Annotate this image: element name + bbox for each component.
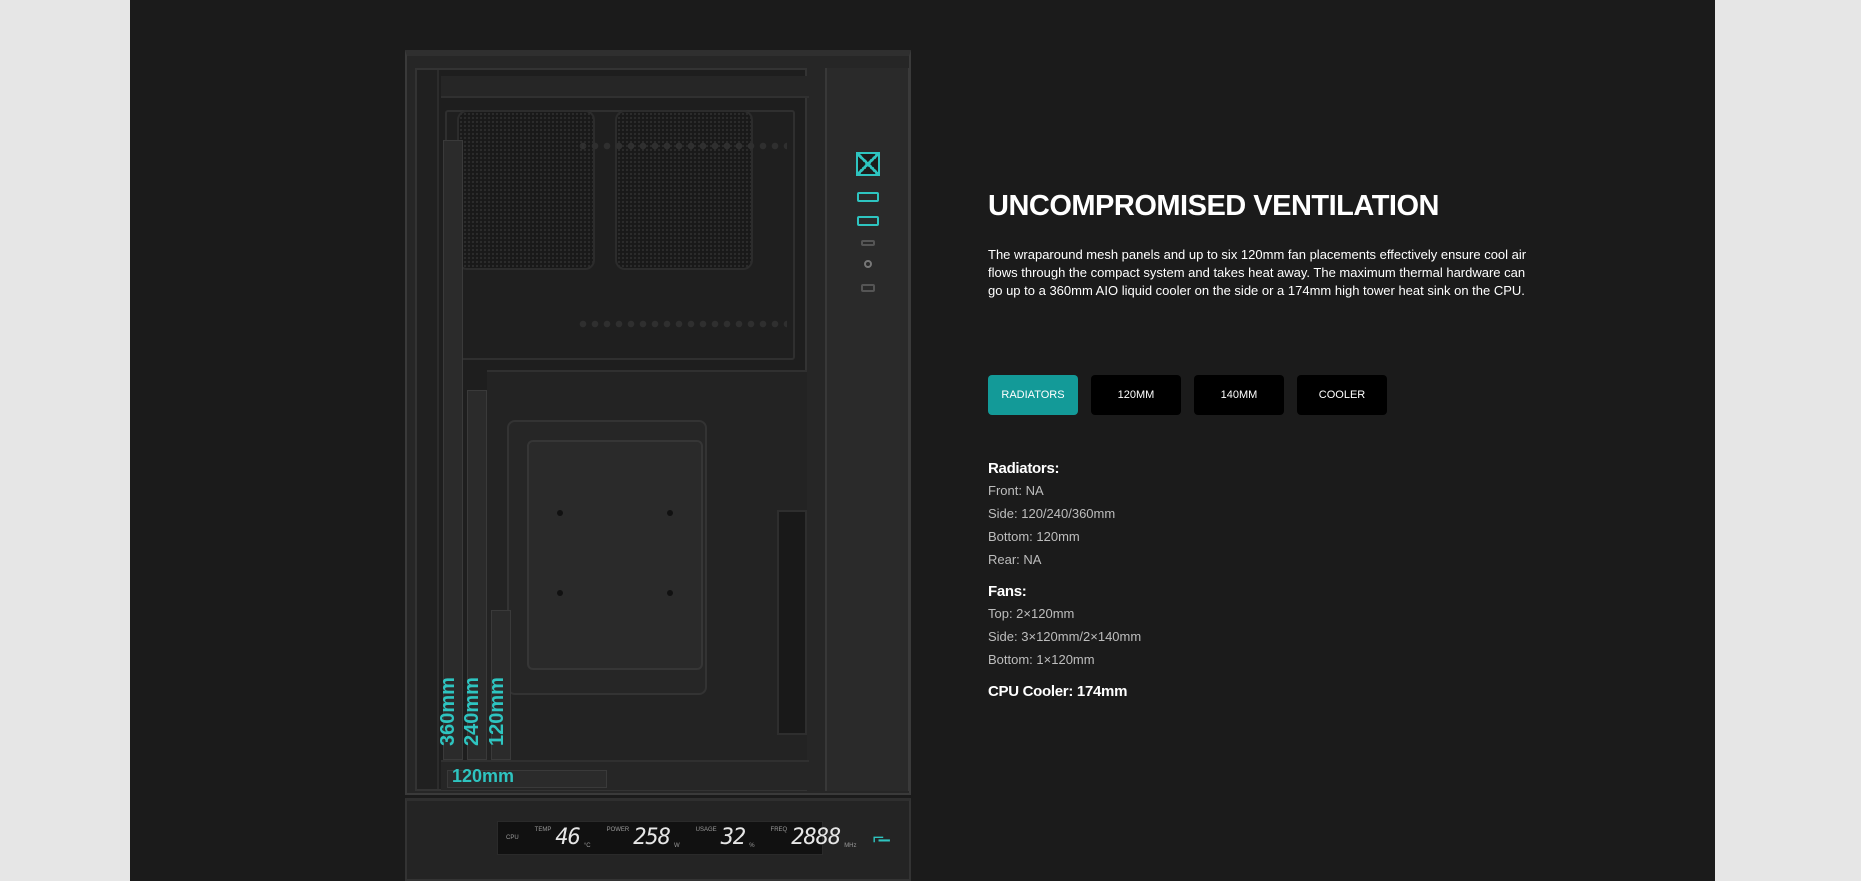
lcd-temp-value: 46 <box>555 825 580 850</box>
radiator-120-bottom-label: 120mm <box>452 766 515 786</box>
tab-cooler[interactable]: COOLER <box>1297 375 1387 415</box>
spec-fans: Fans: Top: 2×120mm Side: 3×120mm/2×140mm… <box>988 583 1388 671</box>
lcd-temp-unit: °C <box>583 843 591 849</box>
section-description: The wraparound mesh panels and up to six… <box>988 247 1527 298</box>
cable-cutout <box>777 510 807 735</box>
usb-port-icon <box>857 216 879 226</box>
spec-heading: CPU Cooler: 174mm <box>988 683 1128 700</box>
lcd-temp: TEMP 46 °C <box>534 825 591 850</box>
tab-140mm[interactable]: 140MM <box>1194 375 1284 415</box>
lcd-freq-value: 2888 <box>791 825 841 850</box>
top-bracket <box>441 76 809 98</box>
radiator-240-label: 240mm <box>461 677 483 746</box>
usb-port-icon <box>857 192 879 202</box>
mesh-fan-panel <box>457 110 595 270</box>
ventilation-section: 360mm 240mm 120mm 120mm CPU TEMP 46 °C P… <box>130 0 1715 881</box>
spec-line: Side: 120/240/360mm <box>988 506 1116 521</box>
radiator-120-side-label: 120mm <box>486 677 508 746</box>
power-button-icon <box>856 152 880 176</box>
mesh-fan-panel <box>615 110 753 270</box>
spec-line: Top: 2×120mm <box>988 606 1075 621</box>
spec-line: Bottom: 120mm <box>988 529 1080 544</box>
lcd-display: CPU TEMP 46 °C POWER 258 W USAGE 32 % FR… <box>497 821 884 855</box>
spec-line: Side: 3×120mm/2×140mm <box>988 629 1142 644</box>
lcd-usage: USAGE 32 % <box>695 825 755 850</box>
spec-heading: Fans: <box>988 583 1027 600</box>
spec-line: Bottom: 1×120mm <box>988 652 1095 667</box>
brand-logo-icon: ⌐̶ <box>872 826 885 849</box>
side-frame <box>417 70 439 789</box>
content-panel: UNCOMPROMISED VENTILATION The wraparound… <box>988 190 1528 700</box>
section-title: UNCOMPROMISED VENTILATION <box>988 190 1439 222</box>
motherboard-standoff-area <box>527 440 703 670</box>
lcd-cpu: CPU <box>506 835 519 841</box>
tab-radiators[interactable]: RADIATORS <box>988 375 1078 415</box>
reset-button-icon <box>861 284 875 292</box>
pc-case-image: 360mm 240mm 120mm 120mm CPU TEMP 46 °C P… <box>405 50 911 881</box>
case-body: 360mm 240mm 120mm 120mm <box>405 50 911 795</box>
spec-cpu-cooler: CPU Cooler: 174mm <box>988 683 1388 700</box>
tab-120mm[interactable]: 120MM <box>1091 375 1181 415</box>
standoff-screw <box>557 590 563 596</box>
lcd-freq-label: FREQ <box>770 827 788 833</box>
lcd-usage-unit: % <box>749 843 755 849</box>
usb-c-port-icon <box>861 240 875 246</box>
lcd-power-unit: W <box>674 843 680 849</box>
lcd-temp-label: TEMP <box>534 827 552 833</box>
standoff-screw <box>557 510 563 516</box>
spec-radiators: Radiators: Front: NA Side: 120/240/360mm… <box>988 460 1388 571</box>
lcd-freq: FREQ 2888 MHz <box>770 825 857 850</box>
lcd-cpu-label: CPU <box>506 835 519 841</box>
spec-heading: Radiators: <box>988 460 1060 477</box>
case-base: CPU TEMP 46 °C POWER 258 W USAGE 32 % FR… <box>405 798 911 881</box>
spec-line: Front: NA <box>988 483 1044 498</box>
lcd-usage-value: 32 <box>720 825 746 850</box>
lcd-power-label: POWER <box>606 827 630 833</box>
front-io-panel <box>825 68 909 791</box>
standoff-screw <box>667 590 673 596</box>
lcd-usage-label: USAGE <box>695 827 717 833</box>
vent-slots <box>577 320 787 328</box>
lcd-power: POWER 258 W <box>606 825 680 850</box>
standoff-screw <box>667 510 673 516</box>
lcd-power-value: 258 <box>633 825 671 850</box>
spec-line: Rear: NA <box>988 552 1042 567</box>
audio-jack-icon <box>864 260 872 268</box>
spec-list: Radiators: Front: NA Side: 120/240/360mm… <box>988 460 1388 712</box>
vent-slots <box>577 142 787 150</box>
spec-tabs: RADIATORS 120MM 140MM COOLER <box>988 375 1387 415</box>
lcd-freq-unit: MHz <box>844 843 857 849</box>
radiator-360-bar <box>443 140 463 760</box>
radiator-360-label: 360mm <box>437 677 459 746</box>
